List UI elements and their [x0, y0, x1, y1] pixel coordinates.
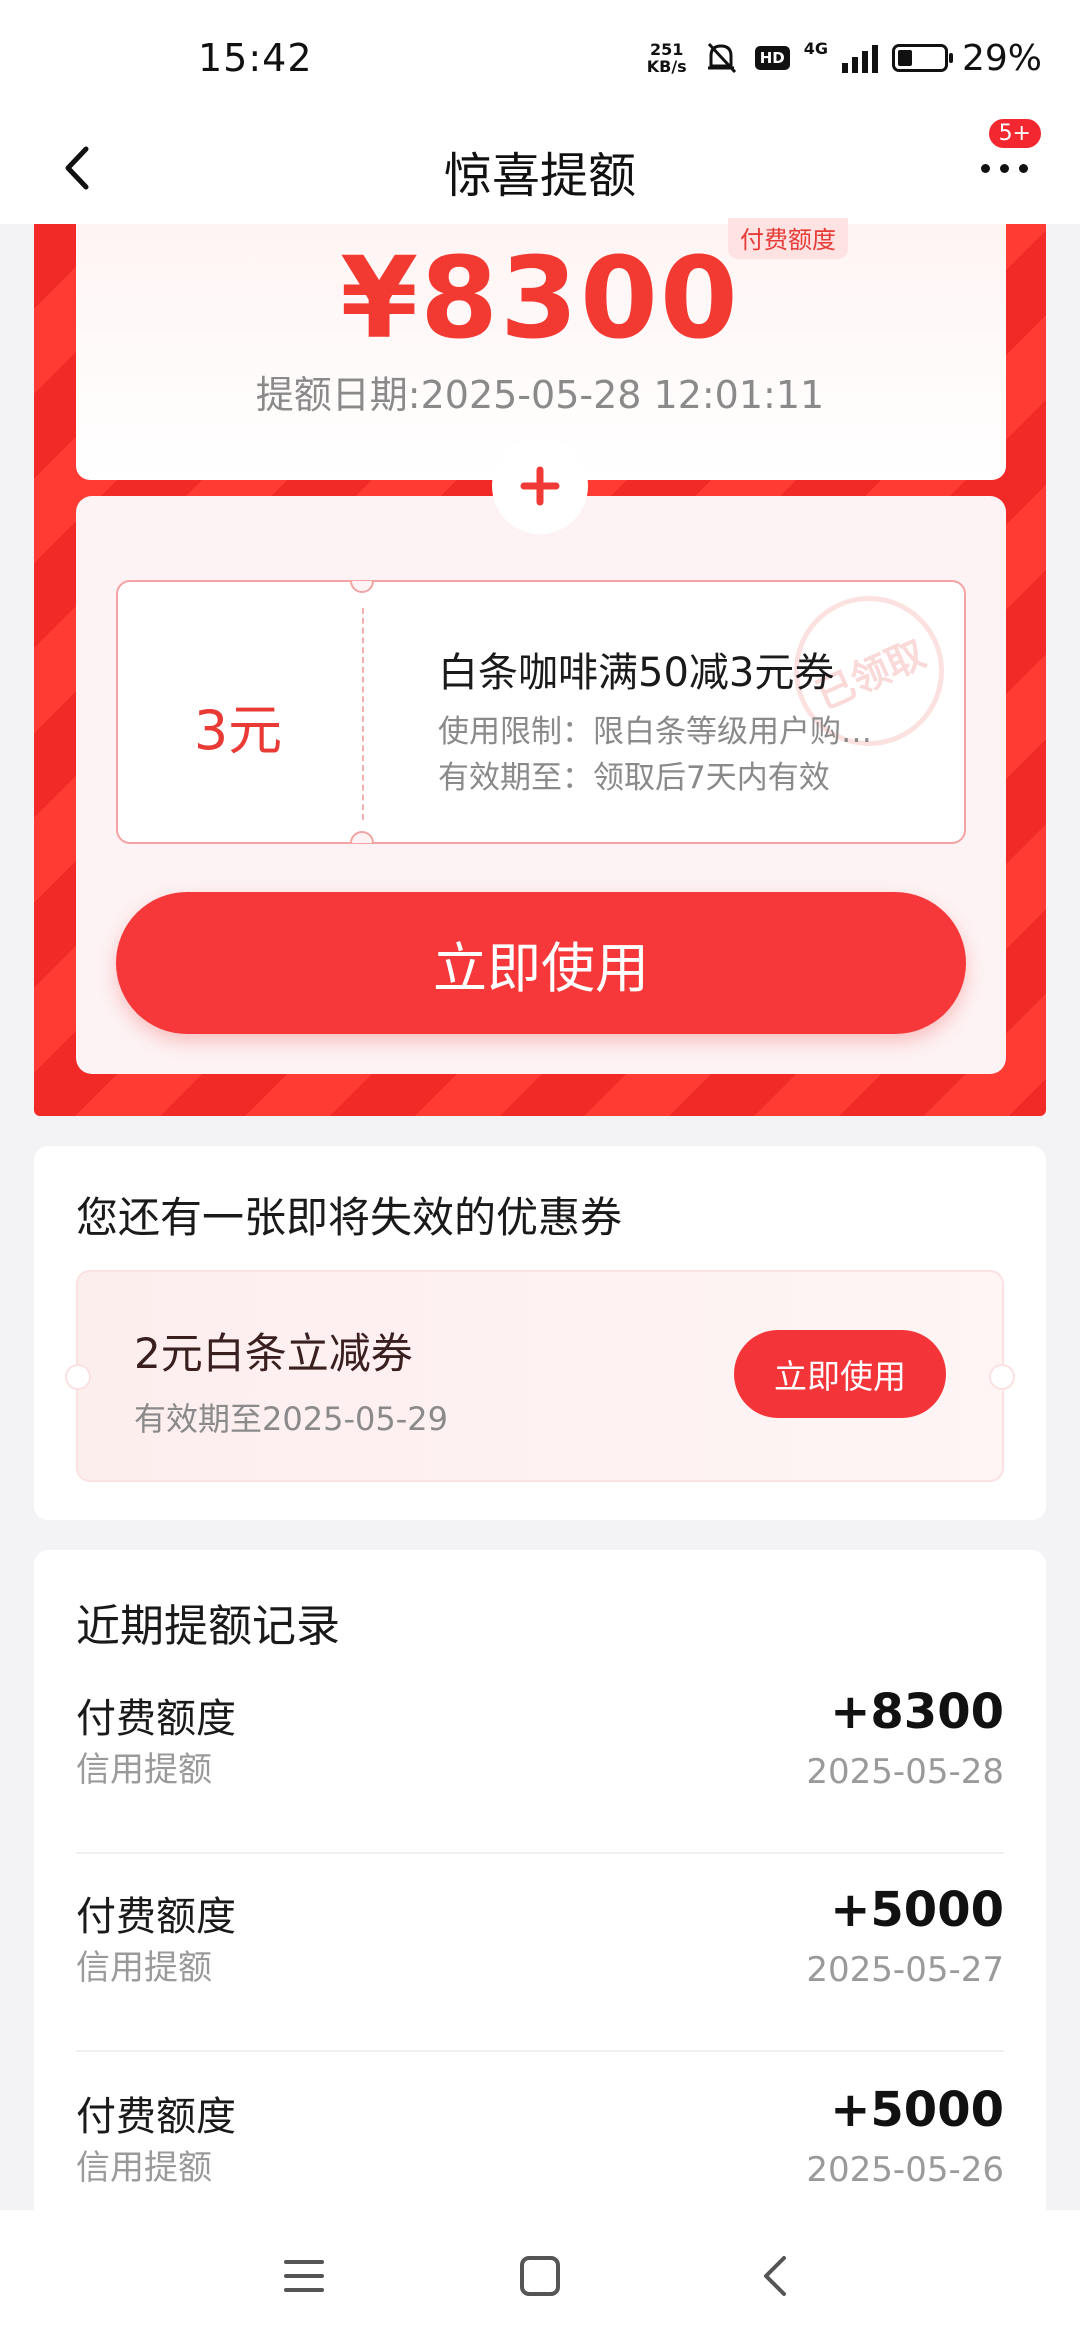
quota-amount: ¥8300 [340, 234, 740, 364]
expiring-use-button[interactable]: 立即使用 [734, 1330, 946, 1418]
home-square-icon [520, 2256, 560, 2296]
record-row: 付费额度 信用提额 +5000 2025-05-27 [76, 1882, 1004, 2084]
quota-date: 提额日期:2025-05-28 12:01:11 [255, 373, 825, 417]
mute-bell-icon [707, 42, 736, 74]
system-back-button[interactable] [726, 2236, 826, 2316]
coupon-title: 白条咖啡满50减3元券 [438, 650, 835, 696]
battery-icon [891, 44, 953, 72]
home-button[interactable] [490, 2236, 590, 2316]
record-type: 付费额度 [76, 1696, 236, 1742]
coupon-validity: 有效期至：领取后7天内有效 [438, 760, 830, 796]
coupon-validity: 有效期至2025-05-29 [134, 1400, 448, 1438]
page-title: 惊喜提额 [443, 148, 636, 204]
record-subtype: 信用提额 [76, 1750, 212, 1790]
record-amount: +8300 [830, 1684, 1004, 1740]
coupon-name: 2元白条立减券 [134, 1329, 413, 1378]
expiring-coupon-section: 您还有一张即将失效的优惠券 2元白条立减券 有效期至2025-05-29 立即使… [34, 1146, 1046, 1520]
record-type: 付费额度 [76, 2094, 236, 2140]
coffee-coupon: 3元 已领取 白条咖啡满50减3元券 使用限制：限白条等级用户购买指定商品 有效… [116, 571, 969, 844]
section-title: 近期提额记录 [76, 1601, 340, 1652]
record-subtype: 信用提额 [76, 1948, 212, 1988]
signal-icon [841, 43, 878, 73]
network-speed: 251 KB/s [646, 40, 687, 76]
record-type: 付费额度 [76, 1894, 236, 1940]
expiring-coupon: 2元白条立减券 有效期至2025-05-29 立即使用 [65, 1270, 1015, 1482]
coupon-value: 3元 [193, 699, 283, 762]
record-date: 2025-05-26 [806, 2150, 1004, 2190]
back-triangle-icon [764, 2256, 786, 2296]
status-icons: 251 KB/s HD 4G 29% [647, 34, 1042, 82]
record-amount: +5000 [830, 2082, 1004, 2138]
nav-bar: 惊喜提额 [0, 112, 1080, 224]
notification-badge: 5+ [985, 116, 1044, 151]
record-amount: +5000 [830, 1882, 1004, 1938]
section-title: 您还有一张即将失效的优惠券 [76, 1193, 623, 1242]
system-nav-bar [0, 2210, 1080, 2340]
record-subtype: 信用提额 [76, 2148, 212, 2188]
hd-icon: HD [754, 46, 790, 70]
status-time: 15:42 [198, 36, 313, 80]
record-date: 2025-05-28 [806, 1752, 1004, 1792]
status-bar: 15:42 251 KB/s HD 4G 29% [0, 0, 1080, 112]
record-row: 付费额度 信用提额 +8300 2025-05-28 [76, 1684, 1004, 1886]
network-type: 4G [803, 38, 828, 58]
coupon-limit: 使用限制：限白条等级用户购买指定商品 [438, 714, 898, 750]
menu-button[interactable] [254, 2236, 354, 2316]
menu-icon [284, 2260, 324, 2292]
plus-icon [492, 438, 588, 534]
battery-percent: 29% [961, 37, 1042, 79]
record-date: 2025-05-27 [806, 1950, 1004, 1990]
more-dots-icon [980, 163, 990, 173]
use-now-button[interactable]: 立即使用 [116, 892, 966, 1034]
records-section: 近期提额记录 付费额度 信用提额 +8300 2025-05-28 付费额度 信… [34, 1550, 1046, 2210]
